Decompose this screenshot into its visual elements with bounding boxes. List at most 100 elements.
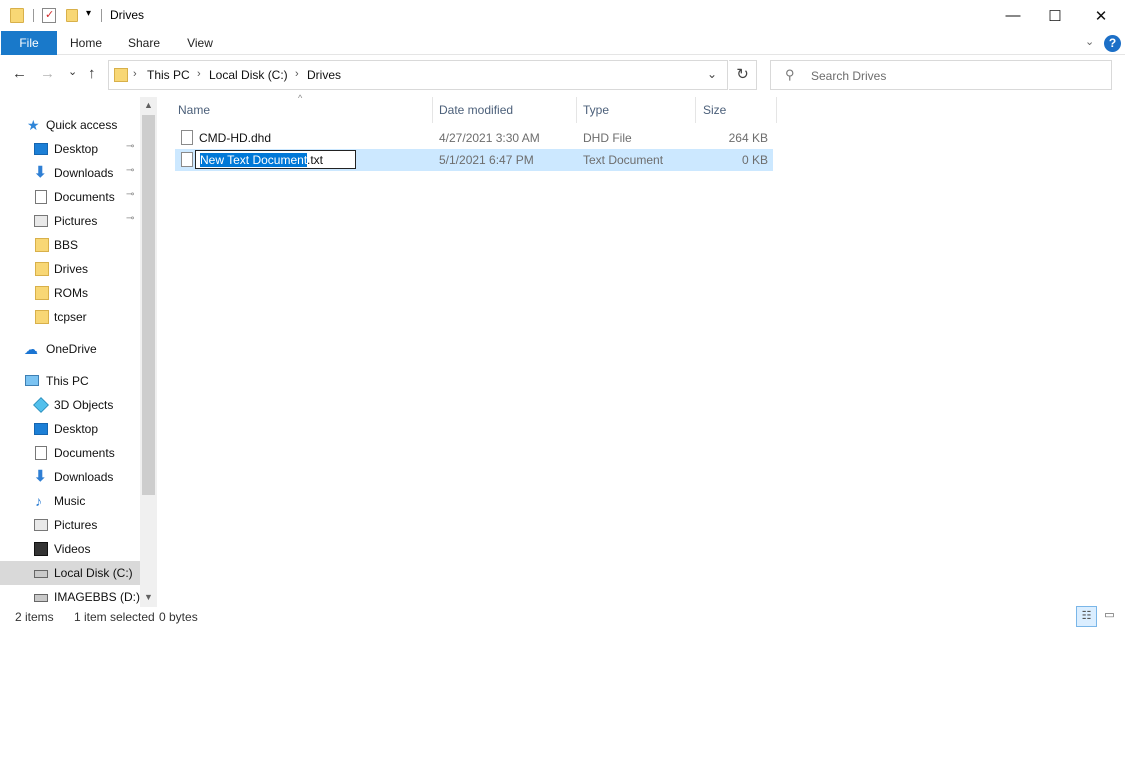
sidebar-item-imagebbs-d[interactable]: IMAGEBBS (D:) — [0, 585, 140, 607]
pin-icon[interactable]: ⊸ — [126, 189, 134, 200]
chevron-right-icon[interactable]: › — [133, 68, 137, 80]
ribbon-expand-icon[interactable]: ⌄ — [1085, 35, 1094, 48]
sidebar-item-label: Pictures — [54, 518, 98, 532]
breadcrumb-this-pc[interactable]: This PC — [147, 68, 190, 82]
drive-icon — [34, 570, 48, 578]
new-folder-icon[interactable] — [66, 9, 78, 22]
tab-view[interactable]: View — [176, 31, 224, 55]
help-icon[interactable]: ? — [1104, 35, 1121, 52]
sidebar-item-drives[interactable]: Drives — [0, 257, 140, 281]
scrollbar-thumb[interactable] — [142, 115, 155, 495]
search-input[interactable]: Search Drives — [811, 69, 886, 83]
star-icon: ★ — [27, 117, 40, 133]
chevron-down-icon[interactable]: ⌄ — [707, 67, 717, 81]
column-divider[interactable] — [776, 97, 777, 123]
sidebar-item-label: Videos — [54, 542, 91, 556]
forward-button[interactable]: → — [40, 65, 55, 82]
sidebar-item-onedrive[interactable]: ☁ OneDrive — [0, 337, 140, 361]
file-icon — [181, 130, 193, 145]
column-header-name[interactable]: Name — [178, 97, 428, 123]
large-icons-view-button[interactable]: ▭ — [1099, 606, 1120, 627]
text-file-icon — [181, 152, 193, 167]
sidebar-item-documents[interactable]: Documents ⊸ — [0, 185, 140, 209]
sidebar-item-label: Desktop — [54, 142, 99, 156]
breadcrumb-drives[interactable]: Drives — [307, 68, 341, 82]
file-type: Text Document — [583, 153, 664, 167]
sidebar-item-label: IMAGEBBS (D:) — [54, 590, 141, 604]
window-title: Drives — [110, 8, 145, 22]
sidebar-item-music[interactable]: ♪ Music — [0, 489, 140, 513]
sidebar-item-label: ROMs — [54, 286, 88, 300]
sidebar-item-tcpser[interactable]: tcpser — [0, 305, 140, 329]
search-box[interactable]: ⚲ Search Drives — [770, 60, 1112, 90]
sidebar-item-roms[interactable]: ROMs — [0, 281, 140, 305]
documents-icon — [35, 446, 47, 460]
file-type: DHD File — [583, 131, 632, 145]
minimize-button[interactable]: — — [990, 0, 1036, 31]
sidebar-item-videos[interactable]: Videos — [0, 537, 140, 561]
navigation-pane: ★ Quick access Desktop ⊸ ⬇ Downloads ⊸ D… — [0, 97, 157, 607]
status-selection: 1 item selected — [74, 610, 155, 624]
sidebar-item-this-pc[interactable]: This PC — [0, 369, 140, 393]
sidebar-item-label: Downloads — [54, 470, 114, 484]
pin-icon[interactable]: ⊸ — [126, 165, 134, 176]
sidebar-item-desktop[interactable]: Desktop ⊸ — [0, 137, 140, 161]
folder-icon — [35, 238, 49, 252]
column-header-date-modified[interactable]: Date modified — [439, 97, 574, 123]
sidebar-item-local-disk-c[interactable]: Local Disk (C:) — [0, 561, 140, 585]
properties-icon[interactable]: ✓ — [42, 8, 56, 23]
tab-share[interactable]: Share — [120, 31, 168, 55]
sidebar-item-desktop-pc[interactable]: Desktop — [0, 417, 140, 441]
scroll-up-icon[interactable]: ▲ — [140, 97, 157, 114]
scroll-down-icon[interactable]: ▼ — [140, 589, 157, 606]
maximize-button[interactable]: ☐ — [1032, 0, 1078, 31]
sidebar-item-downloads[interactable]: ⬇ Downloads ⊸ — [0, 161, 140, 185]
refresh-button[interactable]: ↻ — [729, 60, 757, 90]
file-size: 264 KB — [728, 131, 768, 145]
column-header-size[interactable]: Size — [703, 97, 773, 123]
file-size: 0 KB — [741, 153, 768, 167]
sidebar-item-3d-objects[interactable]: 3D Objects — [0, 393, 140, 417]
column-divider[interactable] — [576, 97, 577, 123]
sidebar-item-pictures[interactable]: Pictures ⊸ — [0, 209, 140, 233]
folder-icon — [114, 68, 128, 82]
table-row[interactable]: CMD-HD.dhd 4/27/2021 3:30 AM DHD File 26… — [175, 127, 773, 149]
sidebar-item-label: This PC — [46, 374, 89, 388]
folder-icon — [35, 262, 49, 276]
file-date: 4/27/2021 3:30 AM — [439, 131, 540, 145]
sidebar-item-downloads-pc[interactable]: ⬇ Downloads — [0, 465, 140, 489]
up-button[interactable]: ↑ — [88, 65, 96, 82]
breadcrumb-local-disk[interactable]: Local Disk (C:) — [209, 68, 288, 82]
sidebar-item-pictures-pc[interactable]: Pictures — [0, 513, 140, 537]
column-divider[interactable] — [432, 97, 433, 123]
details-view-button[interactable]: ☷ — [1076, 606, 1097, 627]
chevron-right-icon[interactable]: › — [197, 68, 201, 80]
sidebar-item-label: Desktop — [54, 422, 99, 436]
close-button[interactable]: ✕ — [1078, 0, 1124, 31]
tab-file[interactable]: File — [1, 31, 57, 55]
cube-icon — [33, 397, 49, 413]
pin-icon[interactable]: ⊸ — [126, 213, 134, 224]
rename-input[interactable]: New Text Document .txt — [195, 150, 356, 169]
recent-locations-button[interactable]: ⌄ — [68, 65, 77, 78]
sidebar-item-documents-pc[interactable]: Documents — [0, 441, 140, 465]
table-row[interactable]: New Text Document .txt 5/1/2021 6:47 PM … — [175, 149, 773, 171]
status-size: 0 bytes — [159, 610, 198, 624]
sidebar-item-label: Documents — [54, 446, 115, 460]
address-bar[interactable]: › This PC › Local Disk (C:) › Drives ⌄ — [108, 60, 728, 90]
pin-icon[interactable]: ⊸ — [126, 141, 134, 152]
computer-icon — [25, 375, 39, 386]
column-divider[interactable] — [695, 97, 696, 123]
column-header-type[interactable]: Type — [583, 97, 693, 123]
documents-icon — [35, 190, 47, 204]
navigation-bar: ← → ⌄ ↑ › This PC › Local Disk (C:) › Dr… — [0, 60, 1125, 90]
download-icon: ⬇ — [34, 468, 47, 485]
navpane-scrollbar[interactable]: ▲ ▼ — [140, 97, 157, 607]
qat-customize-icon[interactable]: ▾ — [86, 8, 91, 19]
sidebar-item-label: Drives — [54, 262, 89, 276]
sidebar-item-bbs[interactable]: BBS — [0, 233, 140, 257]
tab-home[interactable]: Home — [62, 31, 110, 55]
sidebar-item-quick-access[interactable]: ★ Quick access — [0, 113, 140, 137]
back-button[interactable]: ← — [12, 65, 27, 82]
chevron-right-icon[interactable]: › — [295, 68, 299, 80]
